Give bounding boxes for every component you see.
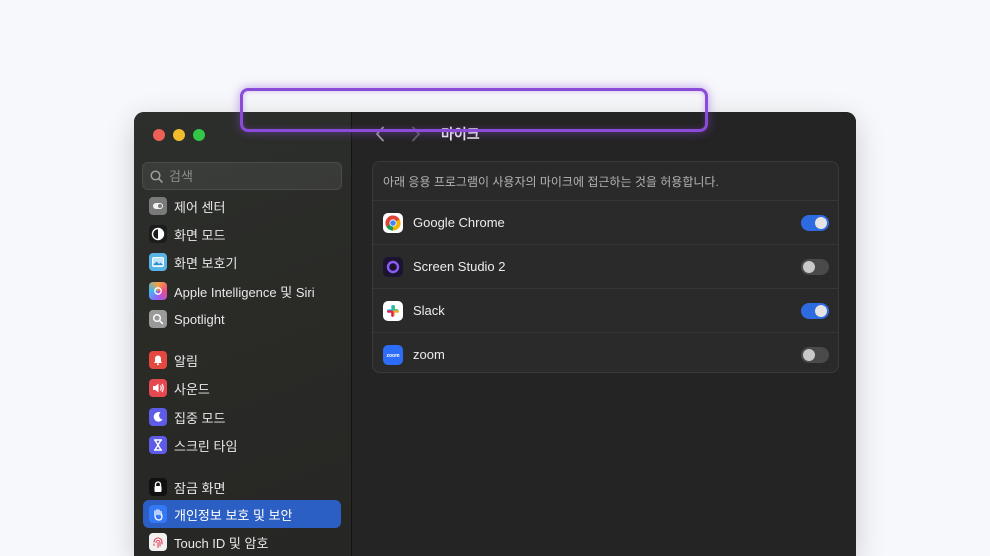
app-name: Google Chrome <box>413 215 505 230</box>
lock-screen-icon <box>149 478 167 496</box>
svg-text:zoom: zoom <box>386 353 400 359</box>
sound-icon <box>149 379 167 397</box>
page-title: 마이크 <box>441 126 480 142</box>
sidebar-item-screen-time[interactable]: 스크린 타임 <box>143 431 341 459</box>
toggle-knob <box>803 261 815 273</box>
sidebar-item-label: 개인정보 보호 및 보안 <box>174 507 293 523</box>
screen-time-icon <box>149 436 167 454</box>
appearance-icon <box>149 225 167 243</box>
sidebar-item-notifications[interactable]: 알림 <box>143 346 341 374</box>
sidebar-nav: 제어 센터 화면 모드 화면 보호기 Apple Intelligence 및 … <box>134 196 352 556</box>
screen-saver-icon <box>149 253 167 271</box>
screen-studio-mic-toggle[interactable] <box>801 259 829 275</box>
fingerprint-icon <box>149 533 167 551</box>
zoom-button[interactable] <box>193 129 205 141</box>
notifications-icon <box>149 351 167 369</box>
search-field[interactable] <box>142 162 342 190</box>
sidebar-item-apple-intelligence-siri[interactable]: Apple Intelligence 및 Siri <box>143 277 341 305</box>
chrome-mic-toggle[interactable] <box>801 215 829 231</box>
sidebar-item-focus[interactable]: 집중 모드 <box>143 403 341 431</box>
search-icon <box>150 169 163 183</box>
sidebar-item-label: Spotlight <box>174 311 225 327</box>
sidebar-item-label: 제어 센터 <box>174 199 226 215</box>
sidebar-item-label: 알림 <box>174 353 198 369</box>
chevron-left-icon <box>376 126 384 142</box>
slack-mic-toggle[interactable] <box>801 303 829 319</box>
control-center-icon <box>149 197 167 215</box>
sidebar-item-label: 집중 모드 <box>174 410 226 426</box>
settings-window: 제어 센터 화면 모드 화면 보호기 Apple Intelligence 및 … <box>134 112 856 556</box>
back-button[interactable] <box>368 122 392 146</box>
focus-icon <box>149 408 167 426</box>
sidebar-item-spotlight[interactable]: Spotlight <box>143 305 341 333</box>
close-button[interactable] <box>153 129 165 141</box>
sidebar-item-screen-saver[interactable]: 화면 보호기 <box>143 248 341 276</box>
sidebar-item-appearance[interactable]: 화면 모드 <box>143 220 341 248</box>
privacy-hand-icon <box>149 505 167 523</box>
sidebar-item-lock-screen[interactable]: 잠금 화면 <box>143 473 341 501</box>
main-content: 마이크 아래 응용 프로그램이 사용자의 마이크에 접근하는 것을 허용합니다. <box>352 112 856 556</box>
sidebar-item-label: 화면 모드 <box>174 227 226 243</box>
app-name: zoom <box>413 347 445 362</box>
sidebar-item-label: Apple Intelligence 및 Siri <box>174 284 315 300</box>
app-row-zoom: zoom zoom <box>373 332 838 376</box>
sidebar: 제어 센터 화면 모드 화면 보호기 Apple Intelligence 및 … <box>134 112 352 556</box>
sidebar-item-touch-id-password[interactable]: Touch ID 및 암호 <box>143 528 341 556</box>
sidebar-item-control-center[interactable]: 제어 센터 <box>143 196 341 220</box>
sidebar-item-label: 스크린 타임 <box>174 438 238 454</box>
siri-icon <box>149 282 167 300</box>
microphone-permissions-panel: 아래 응용 프로그램이 사용자의 마이크에 접근하는 것을 허용합니다. Goo… <box>372 161 839 373</box>
zoom-icon: zoom <box>383 344 403 365</box>
chevron-right-icon <box>412 126 420 142</box>
toggle-knob <box>815 305 827 317</box>
slack-icon <box>383 300 403 321</box>
toolbar: 마이크 <box>352 122 856 146</box>
search-input[interactable] <box>169 168 329 184</box>
app-name: Slack <box>413 303 445 318</box>
sidebar-item-sound[interactable]: 사운드 <box>143 374 341 402</box>
window-controls <box>153 129 205 141</box>
app-row-google-chrome: Google Chrome <box>373 200 838 244</box>
toggle-knob <box>803 349 815 361</box>
minimize-button[interactable] <box>173 129 185 141</box>
app-row-slack: Slack <box>373 288 838 332</box>
spotlight-icon <box>149 310 167 328</box>
screen-studio-icon <box>383 256 403 277</box>
sidebar-item-label: 화면 보호기 <box>174 255 238 271</box>
sidebar-item-label: Touch ID 및 암호 <box>174 535 269 551</box>
app-name: Screen Studio 2 <box>413 259 506 274</box>
zoom-mic-toggle[interactable] <box>801 347 829 363</box>
sidebar-item-label: 사운드 <box>174 381 210 397</box>
sidebar-item-label: 잠금 화면 <box>174 480 226 496</box>
app-row-screen-studio: Screen Studio 2 <box>373 244 838 288</box>
chrome-icon <box>383 212 403 233</box>
forward-button[interactable] <box>404 122 428 146</box>
toggle-knob <box>815 217 827 229</box>
permission-description: 아래 응용 프로그램이 사용자의 마이크에 접근하는 것을 허용합니다. <box>383 175 719 189</box>
sidebar-item-privacy-security[interactable]: 개인정보 보호 및 보안 <box>143 500 341 528</box>
